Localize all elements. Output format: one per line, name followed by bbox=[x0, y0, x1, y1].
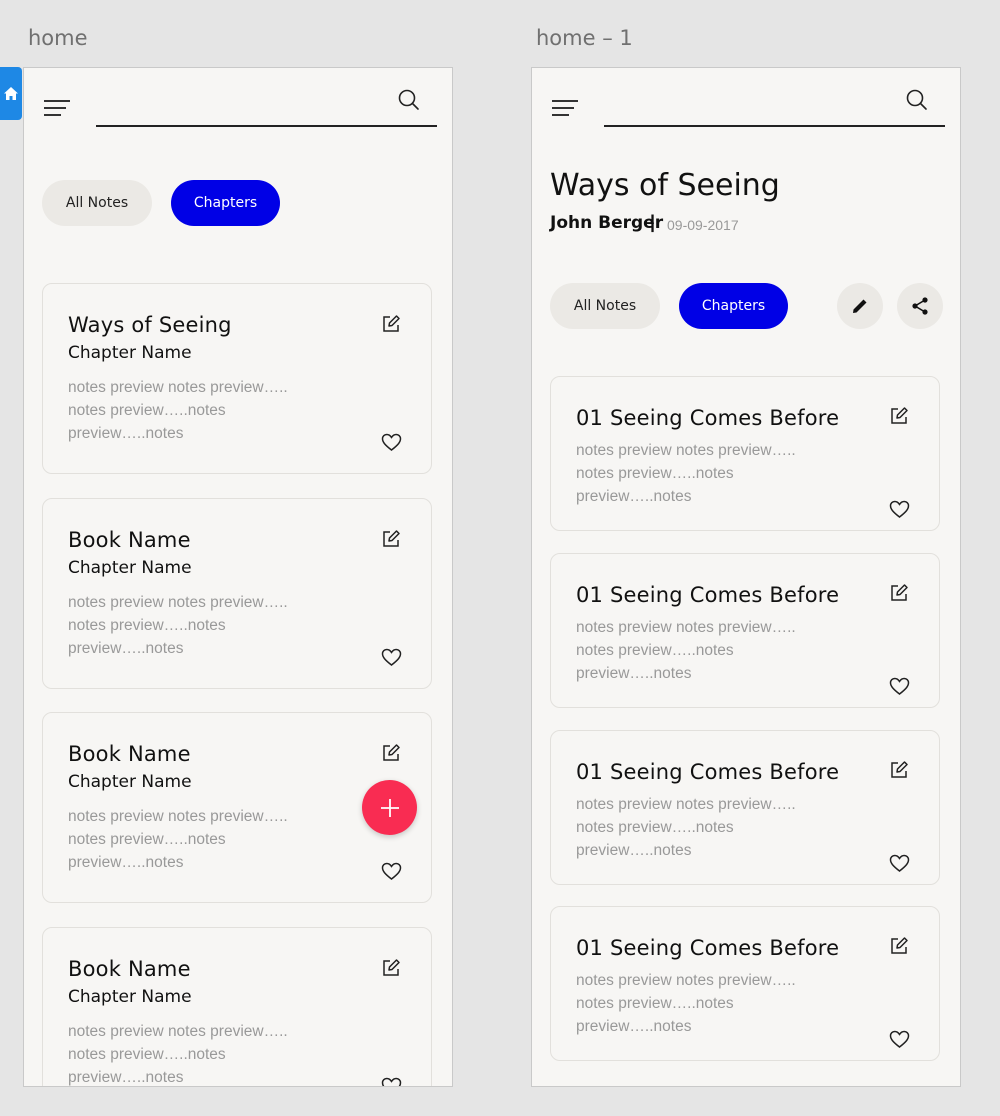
note-card[interactable]: Book Name Chapter Name notes preview not… bbox=[42, 498, 432, 689]
edit-icon[interactable] bbox=[381, 958, 401, 978]
plus-icon bbox=[379, 797, 401, 819]
card-chapter: Chapter Name bbox=[68, 558, 192, 578]
card-preview: notes preview notes preview….. notes pre… bbox=[576, 796, 796, 859]
card-preview: notes preview notes preview….. notes pre… bbox=[576, 619, 796, 682]
card-title: 01 Seeing Comes Before bbox=[576, 406, 840, 430]
heart-icon[interactable] bbox=[889, 500, 910, 519]
artboard-home-1: Ways of Seeing John Berger | 09-09-2017 … bbox=[531, 67, 961, 1087]
card-preview: notes preview notes preview….. notes pre… bbox=[68, 379, 288, 442]
heart-icon[interactable] bbox=[381, 433, 402, 452]
book-date: 09-09-2017 bbox=[667, 217, 739, 233]
heart-icon[interactable] bbox=[381, 648, 402, 667]
search-input[interactable] bbox=[96, 125, 437, 127]
card-chapter: Chapter Name bbox=[68, 772, 192, 792]
edit-icon[interactable] bbox=[381, 529, 401, 549]
card-chapter: Chapter Name bbox=[68, 343, 192, 363]
edit-book-button[interactable] bbox=[837, 283, 883, 329]
artboard-home: All Notes Chapters Ways of Seeing Chapte… bbox=[23, 67, 453, 1087]
card-chapter: Chapter Name bbox=[68, 987, 192, 1007]
chapter-card[interactable]: 01 Seeing Comes Before notes preview not… bbox=[550, 376, 940, 531]
heart-icon[interactable] bbox=[381, 1077, 402, 1086]
edit-icon[interactable] bbox=[381, 743, 401, 763]
heart-icon[interactable] bbox=[381, 862, 402, 881]
book-author: John Berger bbox=[550, 213, 664, 233]
chapter-card[interactable]: 01 Seeing Comes Before notes preview not… bbox=[550, 553, 940, 708]
tab-all-notes[interactable]: All Notes bbox=[42, 180, 152, 226]
tab-all-notes[interactable]: All Notes bbox=[550, 283, 660, 329]
tab-chapters[interactable]: Chapters bbox=[171, 180, 280, 226]
edit-icon[interactable] bbox=[889, 936, 909, 956]
edit-icon[interactable] bbox=[889, 760, 909, 780]
tab-chapters[interactable]: Chapters bbox=[679, 283, 788, 329]
edit-icon[interactable] bbox=[889, 406, 909, 426]
heart-icon[interactable] bbox=[889, 1030, 910, 1049]
card-title: 01 Seeing Comes Before bbox=[576, 583, 840, 607]
book-title: Ways of Seeing bbox=[550, 168, 780, 203]
pencil-icon bbox=[851, 297, 869, 315]
edit-icon[interactable] bbox=[889, 583, 909, 603]
note-card[interactable]: Book Name Chapter Name notes preview not… bbox=[42, 927, 432, 1086]
artboard-label-home: home bbox=[28, 26, 88, 50]
home-icon bbox=[3, 86, 19, 101]
menu-icon[interactable] bbox=[44, 100, 70, 116]
chapter-card[interactable]: 01 Seeing Comes Before notes preview not… bbox=[550, 730, 940, 885]
card-preview: notes preview notes preview….. notes pre… bbox=[68, 1023, 288, 1086]
menu-icon[interactable] bbox=[552, 100, 578, 116]
card-title: Book Name bbox=[68, 528, 191, 552]
share-button[interactable] bbox=[897, 283, 943, 329]
home-tab-marker[interactable] bbox=[0, 67, 22, 120]
card-title: Book Name bbox=[68, 957, 191, 981]
add-note-button[interactable] bbox=[362, 780, 417, 835]
search-input[interactable] bbox=[604, 125, 945, 127]
note-card[interactable]: Ways of Seeing Chapter Name notes previe… bbox=[42, 283, 432, 474]
card-title: Book Name bbox=[68, 742, 191, 766]
author-date-separator: | bbox=[650, 212, 656, 232]
card-preview: notes preview notes preview….. notes pre… bbox=[576, 442, 796, 505]
card-preview: notes preview notes preview….. notes pre… bbox=[68, 808, 288, 871]
search-icon[interactable] bbox=[397, 88, 421, 112]
card-title: Ways of Seeing bbox=[68, 313, 232, 337]
card-title: 01 Seeing Comes Before bbox=[576, 936, 840, 960]
chapter-card[interactable]: 01 Seeing Comes Before notes preview not… bbox=[550, 906, 940, 1061]
artboard-label-home-1: home – 1 bbox=[536, 26, 633, 50]
heart-icon[interactable] bbox=[889, 677, 910, 696]
heart-icon[interactable] bbox=[889, 854, 910, 873]
card-title: 01 Seeing Comes Before bbox=[576, 760, 840, 784]
card-preview: notes preview notes preview….. notes pre… bbox=[576, 972, 796, 1035]
search-icon[interactable] bbox=[905, 88, 929, 112]
card-preview: notes preview notes preview….. notes pre… bbox=[68, 594, 288, 657]
share-icon bbox=[910, 296, 930, 316]
edit-icon[interactable] bbox=[381, 314, 401, 334]
